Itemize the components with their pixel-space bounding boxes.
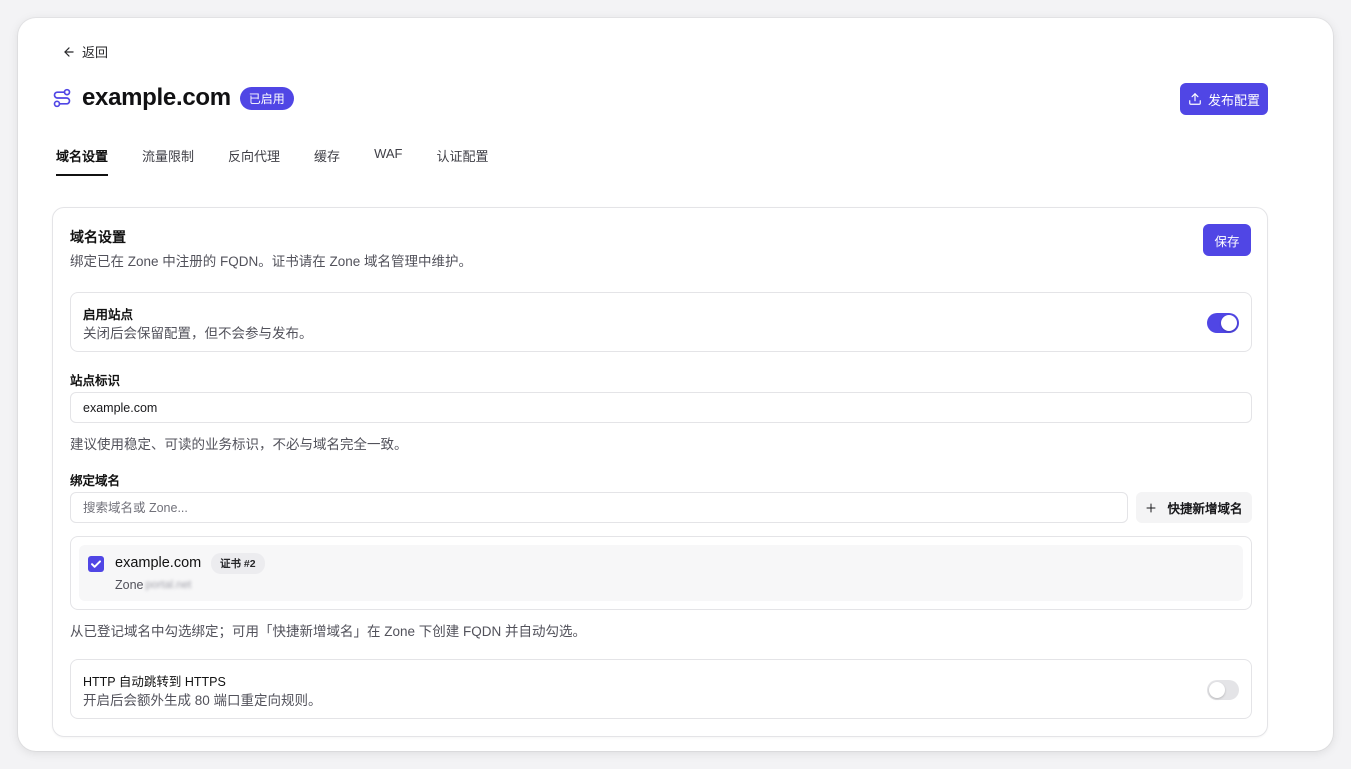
toggle-knob bbox=[1209, 682, 1225, 698]
https-redirect-setting: HTTP 自动跳转到 HTTPS 开启后会额外生成 80 端口重定向规则。 bbox=[70, 659, 1252, 719]
https-redirect-description: 开启后会额外生成 80 端口重定向规则。 bbox=[83, 693, 322, 708]
status-badge: 已启用 bbox=[239, 86, 294, 110]
domain-name: example.com bbox=[115, 555, 202, 571]
tab-waf[interactable]: WAF bbox=[374, 146, 402, 176]
https-redirect-label: HTTP 自动跳转到 HTTPS bbox=[83, 675, 226, 689]
tab-auth-config[interactable]: 认证配置 bbox=[436, 146, 488, 176]
zone-value: portal.net bbox=[145, 579, 192, 591]
card-title: 域名设置 bbox=[70, 229, 126, 245]
domain-checkbox[interactable] bbox=[88, 556, 104, 572]
route-icon bbox=[52, 88, 72, 108]
enable-site-description: 关闭后会保留配置，但不会参与发布。 bbox=[83, 326, 313, 341]
publish-config-button[interactable]: 发布配置 bbox=[1180, 83, 1268, 115]
tab-reverse-proxy[interactable]: 反向代理 bbox=[228, 146, 280, 176]
tab-domain-settings[interactable]: 域名设置 bbox=[56, 146, 109, 176]
back-link[interactable]: 返回 bbox=[62, 42, 108, 61]
check-icon bbox=[91, 560, 101, 568]
https-redirect-toggle[interactable] bbox=[1207, 680, 1239, 700]
enable-site-toggle[interactable] bbox=[1207, 313, 1239, 333]
cert-badge: 证书 #2 bbox=[211, 553, 265, 574]
page-title: example.com bbox=[82, 84, 231, 111]
tab-bar: 域名设置 流量限制 反向代理 缓存 WAF 认证配置 bbox=[56, 146, 522, 176]
enable-site-label: 启用站点 bbox=[83, 308, 134, 322]
list-item[interactable]: example.com 证书 #2 Zone portal.net bbox=[79, 545, 1243, 601]
bind-domains-helper: 从已登记域名中勾选绑定；可用「快捷新增域名」在 Zone 下创建 FQDN 并自… bbox=[70, 624, 587, 639]
card-description: 绑定已在 Zone 中注册的 FQDN。证书请在 Zone 域名管理中维护。 bbox=[70, 254, 473, 269]
bind-domains-label: 绑定域名 bbox=[70, 474, 121, 488]
site-id-helper: 建议使用稳定、可读的业务标识，不必与域名完全一致。 bbox=[70, 437, 408, 452]
plus-icon bbox=[1146, 503, 1156, 512]
domain-settings-card: 域名设置 绑定已在 Zone 中注册的 FQDN。证书请在 Zone 域名管理中… bbox=[52, 207, 1268, 737]
publish-label: 发布配置 bbox=[1207, 92, 1260, 108]
zone-prefix: Zone bbox=[115, 578, 144, 592]
tab-cache[interactable]: 缓存 bbox=[314, 146, 340, 176]
site-id-input[interactable] bbox=[70, 392, 1252, 423]
site-id-label: 站点标识 bbox=[70, 374, 121, 388]
app-window: 返回 example.com 已启用 发布配置 域名设置 流量限制 反向代理 缓… bbox=[18, 18, 1333, 751]
quick-add-label: 快捷新增域名 bbox=[1167, 502, 1243, 516]
toggle-knob bbox=[1221, 315, 1237, 331]
domain-list: example.com 证书 #2 Zone portal.net bbox=[70, 536, 1252, 610]
page-header: example.com 已启用 bbox=[52, 84, 294, 112]
arrow-left-icon bbox=[64, 46, 74, 57]
enable-site-setting: 启用站点 关闭后会保留配置，但不会参与发布。 bbox=[70, 292, 1252, 352]
save-button[interactable]: 保存 bbox=[1203, 224, 1251, 256]
domain-search-input[interactable] bbox=[70, 492, 1128, 523]
quick-add-domain-button[interactable]: 快捷新增域名 bbox=[1136, 492, 1252, 523]
upload-icon bbox=[1189, 93, 1201, 105]
zone-info: Zone portal.net bbox=[115, 578, 191, 592]
tab-rate-limit[interactable]: 流量限制 bbox=[142, 146, 194, 176]
back-label: 返回 bbox=[82, 45, 109, 60]
